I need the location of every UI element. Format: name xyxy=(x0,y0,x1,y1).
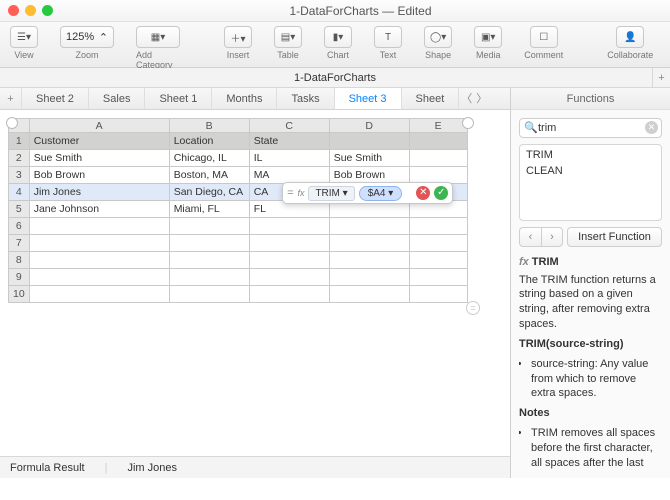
formula-result-value: Jim Jones xyxy=(127,462,177,474)
formula-editor[interactable]: = fx TRIM ▾ $A4 ▾ ✕ ✓ xyxy=(282,182,453,204)
add-panel-button[interactable]: + xyxy=(652,68,670,88)
sheet-tab[interactable]: Sales xyxy=(89,88,146,109)
add-row-col-icon[interactable] xyxy=(6,117,18,129)
functions-panel: Functions 🔍 ✕ TRIM CLEAN ‹ › Insert Func… xyxy=(510,88,670,478)
toolbar: ☰▾ View 125%⌃ Zoom ▦▾ Add Category ＋▾Ins… xyxy=(0,22,670,68)
status-bar: Formula Result | Jim Jones xyxy=(0,456,510,478)
zoom-select[interactable]: 125%⌃ xyxy=(60,26,114,48)
minimize-icon[interactable] xyxy=(25,5,36,16)
doc-back-button[interactable]: ‹ xyxy=(519,227,541,247)
close-icon[interactable] xyxy=(8,5,19,16)
function-results[interactable]: TRIM CLEAN xyxy=(519,144,662,221)
formula-accept-icon[interactable]: ✓ xyxy=(434,186,448,200)
spreadsheet-table[interactable]: ABCDE 1CustomerLocationState 2Sue SmithC… xyxy=(8,118,468,303)
collaborate-button[interactable]: 👤 xyxy=(616,26,644,48)
table-row[interactable]: 3Bob BrownBoston, MAMABob Brown xyxy=(9,167,468,184)
add-column-icon[interactable] xyxy=(462,117,474,129)
table-row[interactable]: 8 xyxy=(9,252,468,269)
text-button[interactable]: T xyxy=(374,26,402,48)
insert-button[interactable]: ＋▾ xyxy=(224,26,252,48)
sheet-tab[interactable]: Sheet 3 xyxy=(335,88,402,109)
zoom-label: Zoom xyxy=(75,50,98,60)
sheet-tabs: + Sheet 2SalesSheet 1MonthsTasksSheet 3S… xyxy=(0,88,510,110)
doc-fn-title: TRIM xyxy=(532,256,559,268)
comment-button[interactable]: ☐ xyxy=(530,26,558,48)
fullscreen-icon[interactable] xyxy=(42,5,53,16)
tabs-scroll-right[interactable]: 〉 xyxy=(474,88,489,109)
doc-note: TRIM removes all spaces before the first… xyxy=(531,426,662,470)
sheet-tab[interactable]: Sheet 2 xyxy=(22,88,89,109)
doc-subtitle: 1-DataForCharts + xyxy=(0,68,670,88)
doc-description: The TRIM function returns a string based… xyxy=(519,273,662,332)
function-search-input[interactable] xyxy=(519,118,662,138)
shape-button[interactable]: ◯▾ xyxy=(424,26,452,48)
table-row[interactable]: 2Sue SmithChicago, ILILSue Smith xyxy=(9,150,468,167)
formula-result-label: Formula Result xyxy=(10,462,85,474)
insert-function-button[interactable]: Insert Function xyxy=(567,227,662,247)
table-button[interactable]: ▤▾ xyxy=(274,26,302,48)
formula-argument[interactable]: $A4 ▾ xyxy=(359,186,403,201)
panel-title: Functions xyxy=(511,88,670,110)
table-end-handle[interactable]: = xyxy=(466,301,480,315)
doc-arg: source-string: Any value from which to r… xyxy=(531,357,662,402)
addcategory-button[interactable]: ▦▾ xyxy=(136,26,180,48)
sheet-tab[interactable]: Months xyxy=(212,88,277,109)
doc-fwd-button[interactable]: › xyxy=(541,227,563,247)
view-label: View xyxy=(14,50,33,60)
sheet-tab[interactable]: Tasks xyxy=(277,88,334,109)
window-title: 1-DataForCharts — Edited xyxy=(59,4,662,18)
table-row[interactable]: 10 xyxy=(9,286,468,303)
table-row[interactable]: 9 xyxy=(9,269,468,286)
chart-button[interactable]: ▮▾ xyxy=(324,26,352,48)
add-sheet-button[interactable]: + xyxy=(0,88,22,109)
view-button[interactable]: ☰▾ xyxy=(10,26,38,48)
media-button[interactable]: ▣▾ xyxy=(474,26,502,48)
formula-cancel-icon[interactable]: ✕ xyxy=(416,186,430,200)
tabs-scroll-left[interactable]: 〈 xyxy=(459,88,474,109)
function-item[interactable]: CLEAN xyxy=(522,163,659,179)
clear-search-icon[interactable]: ✕ xyxy=(645,121,658,134)
sheet-tab[interactable]: Sheet xyxy=(402,88,460,109)
search-icon: 🔍 xyxy=(524,121,538,134)
table-row[interactable]: 7 xyxy=(9,235,468,252)
function-item[interactable]: TRIM xyxy=(522,147,659,163)
table-row[interactable]: 6 xyxy=(9,218,468,235)
titlebar: 1-DataForCharts — Edited xyxy=(0,0,670,22)
addcategory-label: Add Category xyxy=(136,50,180,70)
formula-function[interactable]: TRIM ▾ xyxy=(308,186,354,201)
sheet-tab[interactable]: Sheet 1 xyxy=(145,88,212,109)
